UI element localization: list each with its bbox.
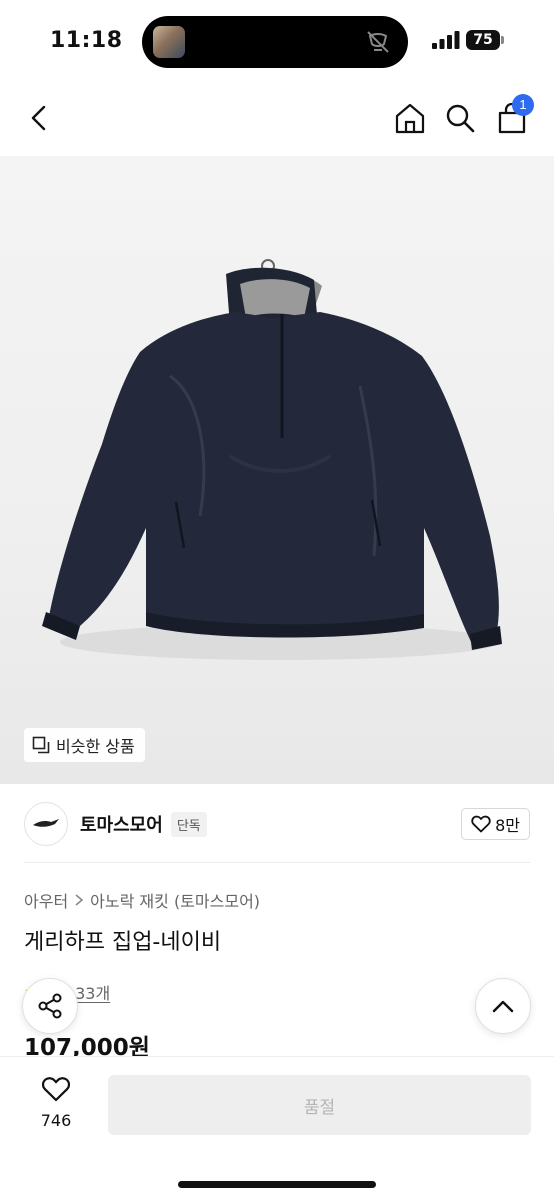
heart-icon — [471, 815, 491, 833]
breadcrumb: 아우터 아노락 재킷 (토마스모어) — [24, 888, 260, 912]
breadcrumb-item-subcategory[interactable]: 아노락 재킷 (토마스모어) — [90, 888, 260, 912]
brand-row: 토마스모어 단독 8만 — [24, 800, 530, 848]
search-icon — [446, 104, 475, 133]
home-icon — [395, 103, 425, 134]
product-image[interactable]: 비슷한 상품 — [0, 156, 554, 784]
bird-logo-icon — [33, 819, 59, 827]
divider — [24, 862, 530, 863]
bottom-action-bar: 746 품절 — [0, 1056, 554, 1200]
heart-icon — [41, 1077, 71, 1102]
mute-icon — [367, 31, 389, 53]
scroll-top-button[interactable] — [475, 978, 531, 1034]
battery-icon: 75 — [466, 30, 500, 50]
chevron-right-icon — [75, 894, 84, 906]
cart-count-badge: 1 — [512, 94, 534, 116]
wishlist-button[interactable]: 746 — [28, 1075, 84, 1130]
island-thumbnail — [153, 26, 185, 58]
app-header: 1 — [0, 84, 554, 156]
brand-like-count: 8만 — [495, 816, 520, 835]
signal-icon — [432, 31, 460, 49]
brand-like-button[interactable]: 8만 — [461, 808, 530, 840]
back-icon — [31, 105, 46, 131]
back-button[interactable] — [20, 98, 60, 138]
breadcrumb-item-category[interactable]: 아우터 — [24, 888, 68, 912]
wishlist-count: 746 — [40, 1111, 72, 1130]
copy-icon — [32, 736, 50, 754]
status-bar: 11:18 75 — [0, 0, 554, 84]
share-icon — [38, 993, 62, 1019]
status-time: 11:18 — [50, 28, 123, 53]
sold-out-button[interactable]: 품절 — [108, 1075, 531, 1135]
battery-tip — [501, 36, 504, 44]
home-indicator — [178, 1181, 376, 1188]
dynamic-island — [142, 16, 408, 68]
brand-logo[interactable] — [24, 802, 68, 846]
exclusive-badge: 단독 — [170, 811, 207, 837]
jacket-image — [42, 259, 502, 660]
similar-products-label: 비슷한 상품 — [56, 737, 135, 756]
cart-button[interactable]: 1 — [492, 94, 534, 138]
search-button[interactable] — [440, 98, 480, 138]
share-button[interactable] — [22, 978, 78, 1034]
similar-products-button[interactable]: 비슷한 상품 — [24, 728, 145, 762]
chevron-up-icon — [492, 1000, 514, 1013]
brand-name[interactable]: 토마스모어 — [80, 811, 163, 837]
home-button[interactable] — [390, 98, 430, 138]
product-title: 게리하프 집업-네이비 — [24, 930, 222, 955]
